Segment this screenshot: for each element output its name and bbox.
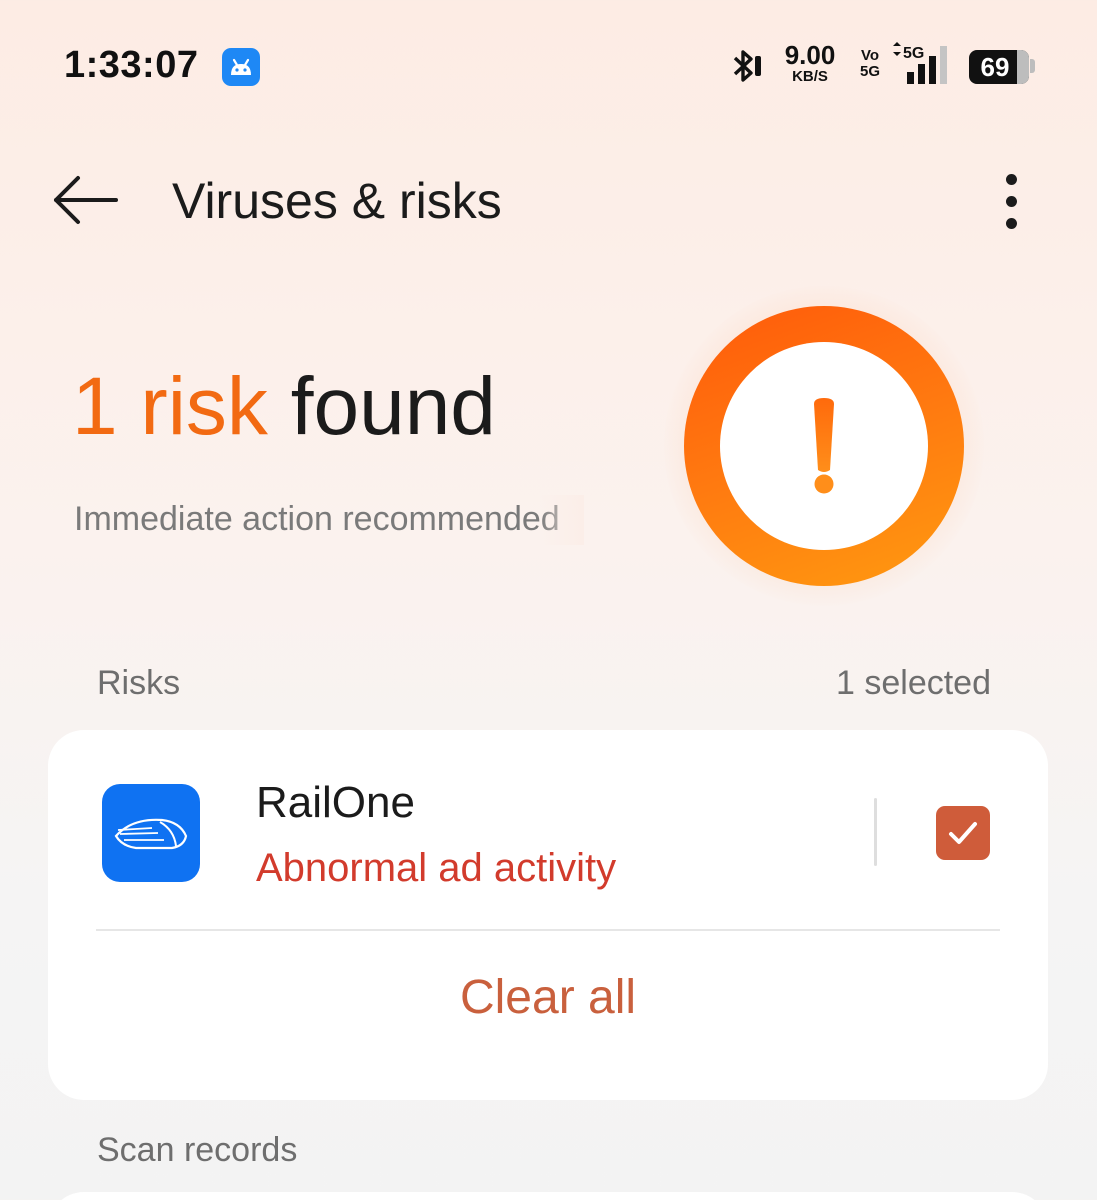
item-divider — [874, 798, 877, 866]
risk-subtitle: Immediate action recommended — [74, 500, 560, 538]
checkmark-icon — [949, 822, 977, 844]
scan-records-label: Scan records — [97, 1131, 298, 1169]
warning-badge — [720, 342, 928, 550]
back-button[interactable] — [48, 168, 124, 232]
volte-top: Vo — [860, 47, 880, 64]
risk-select-checkbox[interactable] — [936, 806, 990, 860]
more-vert-icon — [1006, 174, 1017, 185]
signal-bars-icon: 5G — [893, 42, 947, 84]
risk-app-name: RailOne — [256, 778, 415, 827]
android-notification-icon — [222, 48, 260, 86]
risk-description: Abnormal ad activity — [256, 846, 617, 890]
page-title: Viruses & risks — [172, 173, 502, 229]
card-divider — [96, 929, 1000, 931]
net-speed-value: 9.00 — [784, 40, 836, 70]
volte-bottom: 5G — [859, 62, 880, 80]
risk-found-text: found — [267, 361, 496, 452]
battery-level: 69 — [980, 52, 1010, 82]
risk-headline: 1 risk found — [72, 360, 496, 454]
more-options-button[interactable] — [990, 168, 1034, 234]
scan-records-card — [48, 1192, 1048, 1200]
risks-section-label: Risks — [97, 664, 181, 702]
battery-icon: 69 — [969, 50, 1029, 84]
net-speed: 9.00 KB/S — [775, 42, 845, 84]
network-type-label: 5G — [903, 45, 924, 62]
bluetooth-icon — [733, 50, 761, 82]
railone-app-icon — [102, 784, 200, 882]
railone-train-icon — [114, 818, 188, 850]
status-bar: 1:33:07 9.00 KB/S Vo 5G 5G 69 — [0, 0, 1097, 130]
status-time: 1:33:07 — [64, 44, 199, 86]
risk-count: 1 risk — [72, 361, 268, 452]
back-arrow-icon — [54, 176, 118, 224]
exclamation-icon — [814, 398, 834, 494]
selected-count: 1 selected — [836, 664, 991, 702]
risks-card: RailOne Abnormal ad activity Clear all — [48, 730, 1048, 1100]
net-speed-unit: KB/S — [792, 68, 828, 85]
clear-all-button[interactable]: Clear all — [48, 970, 1048, 1025]
volte-indicator: Vo 5G — [857, 48, 883, 80]
